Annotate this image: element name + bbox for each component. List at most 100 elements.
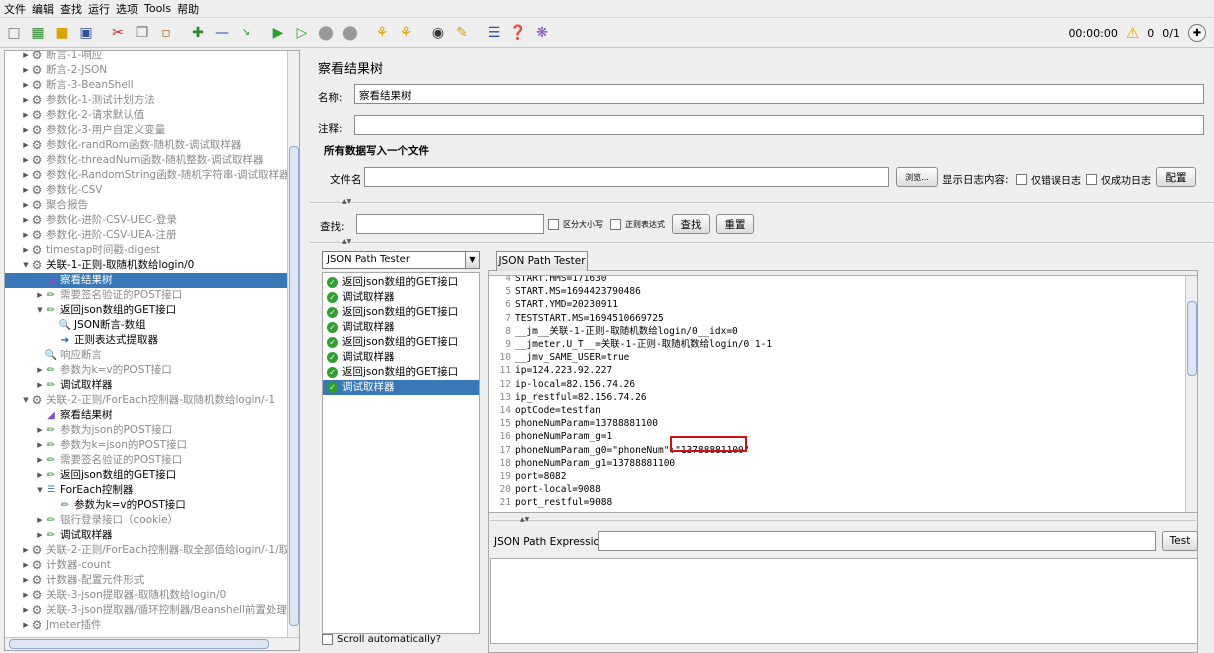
tree-item[interactable]: ▶ ⚙ 关联-2-正则/ForEach控制器-取全部值给login/-1/取matc… <box>5 543 299 558</box>
result-item[interactable]: ✓ 调试取样器 <box>323 290 479 305</box>
tree-item[interactable]: ▶ ⚙ 参数化-randRom函数-随机数-调试取样器 <box>5 138 241 153</box>
filename-field[interactable] <box>364 167 889 187</box>
menu-item[interactable]: 选项 <box>116 1 138 17</box>
tree-item[interactable]: ▶ ⚙ 计数器-配置元件形式 <box>5 573 144 588</box>
tree-item[interactable]: ▼ ✏ 返回json数组的GET接口 <box>5 303 176 318</box>
tree-item[interactable]: ▶ ⚙ 断言-3-BeanShell <box>5 78 133 93</box>
tree-item[interactable]: ▶ ✏ 参数为k=json的POST接口 <box>5 438 187 453</box>
clear-icon[interactable]: ⚘ <box>372 23 392 43</box>
tree-item[interactable]: ▶ ✏ 调试取样器 <box>5 378 112 393</box>
response-scroll-thumb[interactable] <box>1187 301 1197 376</box>
expand-arrow-icon[interactable]: ▶ <box>21 213 31 228</box>
expand-arrow-icon[interactable]: ▶ <box>21 93 31 108</box>
result-item[interactable]: ✓ 调试取样器 <box>323 350 479 365</box>
cut-icon[interactable]: ✂ <box>108 23 128 43</box>
tree-item[interactable]: ▶ ⚙ 断言-2-JSON <box>5 63 107 78</box>
shutdown-icon[interactable]: ⬤ <box>340 23 360 43</box>
tree-item[interactable]: ▶ ⚙ 关联-3-json提取器/循环控制器/Beanshell前置处理器-取全 <box>5 603 299 618</box>
result-item[interactable]: ✓ 调试取样器 <box>323 380 479 395</box>
collapse-arrow-icon[interactable]: ▼ <box>21 258 31 273</box>
expand-arrow-icon[interactable]: ▶ <box>21 138 31 153</box>
sample-result-list[interactable]: ✓ 返回json数组的GET接口 ✓ 调试取样器 ✓ 返回json数组的GET接口 ✓ 调试取… <box>322 272 480 634</box>
expand-arrow-icon[interactable]: ▶ <box>21 168 31 183</box>
tree-item[interactable]: ◢ 察看结果树 <box>5 273 287 288</box>
new-icon[interactable]: □ <box>4 23 24 43</box>
warning-icon[interactable]: ⚠ <box>1126 24 1139 42</box>
test-button[interactable]: Test <box>1162 531 1198 551</box>
expand-arrow-icon[interactable]: ▶ <box>35 453 45 468</box>
menu-item[interactable]: 文件 <box>4 1 26 17</box>
find-button[interactable]: 查找 <box>672 214 710 234</box>
name-field[interactable]: 察看结果树 <box>354 84 1204 104</box>
start-no-pause-icon[interactable]: ▷ <box>292 23 312 43</box>
comment-field[interactable] <box>354 115 1204 135</box>
tree-item[interactable]: ✏ 参数为k=v的POST接口 <box>5 498 186 513</box>
expand-arrow-icon[interactable]: ▶ <box>35 288 45 303</box>
remote-icon[interactable]: ❋ <box>532 23 552 43</box>
tree-item[interactable]: ▶ ⚙ 参数化-进阶-CSV-UEC-登录 <box>5 213 177 228</box>
tab-json-path-tester[interactable]: JSON Path Tester <box>496 251 588 271</box>
remote-status-icon[interactable]: ✚ <box>1188 24 1206 42</box>
stop-icon[interactable]: ⬤ <box>316 23 336 43</box>
config-button[interactable]: 配置 <box>1156 167 1196 187</box>
expand-icon[interactable]: ✚ <box>188 23 208 43</box>
tree-item[interactable]: ▶ ✏ 参数为json的POST接口 <box>5 423 172 438</box>
result-item[interactable]: ✓ 调试取样器 <box>323 320 479 335</box>
tree-item[interactable]: 🔍 响应断言 <box>5 348 102 363</box>
tree-horizontal-scrollbar[interactable] <box>5 637 299 650</box>
tree-hscroll-thumb[interactable] <box>9 639 269 649</box>
expression-result-area[interactable] <box>490 558 1198 644</box>
tree-item[interactable]: ◢ 察看结果树 <box>5 408 112 423</box>
case-sensitive-checkbox[interactable]: 区分大小写 <box>548 219 603 230</box>
expand-arrow-icon[interactable]: ▶ <box>35 513 45 528</box>
expand-arrow-icon[interactable]: ▶ <box>21 153 31 168</box>
expand-arrow-icon[interactable]: ▶ <box>21 78 31 93</box>
paste-icon[interactable]: ▫ <box>156 23 176 43</box>
copy-icon[interactable]: ❐ <box>132 23 152 43</box>
collapse-arrow-icon[interactable]: ▼ <box>35 483 45 498</box>
clear-all-icon[interactable]: ⚘ <box>396 23 416 43</box>
menu-item[interactable]: 编辑 <box>32 1 54 17</box>
response-data-text[interactable]: 4 START.HMS=171630 5 START.MS=1694423790486… <box>488 275 1198 513</box>
collapse-arrow-icon[interactable]: ▼ <box>21 393 31 408</box>
result-item[interactable]: ✓ 返回json数组的GET接口 <box>323 335 479 350</box>
tree-item[interactable]: ▶ ✏ 银行登录接口（cookie） <box>5 513 178 528</box>
splitter-3[interactable]: ▲▼ <box>490 516 1198 525</box>
tree-item[interactable]: ▶ ✏ 调试取样器 <box>5 528 112 543</box>
tree-item[interactable]: ➔ 正则表达式提取器 <box>5 333 158 348</box>
toggle-icon[interactable]: ↘ <box>236 23 256 43</box>
tree-item[interactable]: ▶ ⚙ 断言-1-响应 <box>5 51 102 63</box>
scroll-auto-checkbox[interactable]: Scroll automatically? <box>322 634 441 645</box>
chevron-down-icon[interactable]: ▼ <box>465 252 479 268</box>
tree-item[interactable]: ▶ ⚙ timestap时间戳-digest <box>5 243 160 258</box>
test-plan-tree[interactable]: ▶ ⚙ 断言-1-响应 ▶ ⚙ 断言-2-JSON ▶ ⚙ 断言-3-BeanShell ▶ ⚙ 参数… <box>4 50 300 651</box>
tree-item[interactable]: ▶ ⚙ 参数化-RandomString函数-随机字符串-调试取样器 <box>5 168 289 183</box>
expand-arrow-icon[interactable]: ▶ <box>35 528 45 543</box>
result-item[interactable]: ✓ 返回json数组的GET接口 <box>323 275 479 290</box>
result-item[interactable]: ✓ 返回json数组的GET接口 <box>323 305 479 320</box>
tree-item[interactable]: ▶ ⚙ 参数化-3-用户自定义变量 <box>5 123 165 138</box>
tree-item[interactable]: 🔍 JSON断言-数组 <box>5 318 146 333</box>
expand-arrow-icon[interactable]: ▶ <box>35 423 45 438</box>
tree-scroll-thumb[interactable] <box>289 146 299 626</box>
tree-item[interactable]: ▶ ⚙ Jmeter插件 <box>5 618 101 633</box>
templates-icon[interactable]: ▦ <box>28 23 48 43</box>
browse-button[interactable]: 浏览... <box>896 167 938 187</box>
expand-arrow-icon[interactable]: ▶ <box>21 63 31 78</box>
expand-arrow-icon[interactable]: ▶ <box>21 123 31 138</box>
menu-item[interactable]: 查找 <box>60 1 82 17</box>
success-only-checkbox[interactable]: 仅成功日志 <box>1086 172 1151 187</box>
collapse-icon[interactable]: — <box>212 23 232 43</box>
help-icon[interactable]: ❓ <box>508 23 528 43</box>
response-vertical-scrollbar[interactable] <box>1185 276 1197 512</box>
tree-item[interactable]: ▶ ✏ 需要签名验证的POST接口 <box>5 453 182 468</box>
tree-item[interactable]: ▼ ⚙ 关联-1-正则-取随机数给login/0 <box>5 258 194 273</box>
reset-button[interactable]: 重置 <box>716 214 754 234</box>
expand-arrow-icon[interactable]: ▶ <box>21 618 31 633</box>
expand-arrow-icon[interactable]: ▶ <box>21 108 31 123</box>
tree-item[interactable]: ▶ ⚙ 参数化-1-测试计划方法 <box>5 93 154 108</box>
expand-arrow-icon[interactable]: ▶ <box>21 603 31 618</box>
expand-arrow-icon[interactable]: ▶ <box>21 243 31 258</box>
save-icon[interactable]: ▣ <box>76 23 96 43</box>
start-icon[interactable]: ▶ <box>268 23 288 43</box>
